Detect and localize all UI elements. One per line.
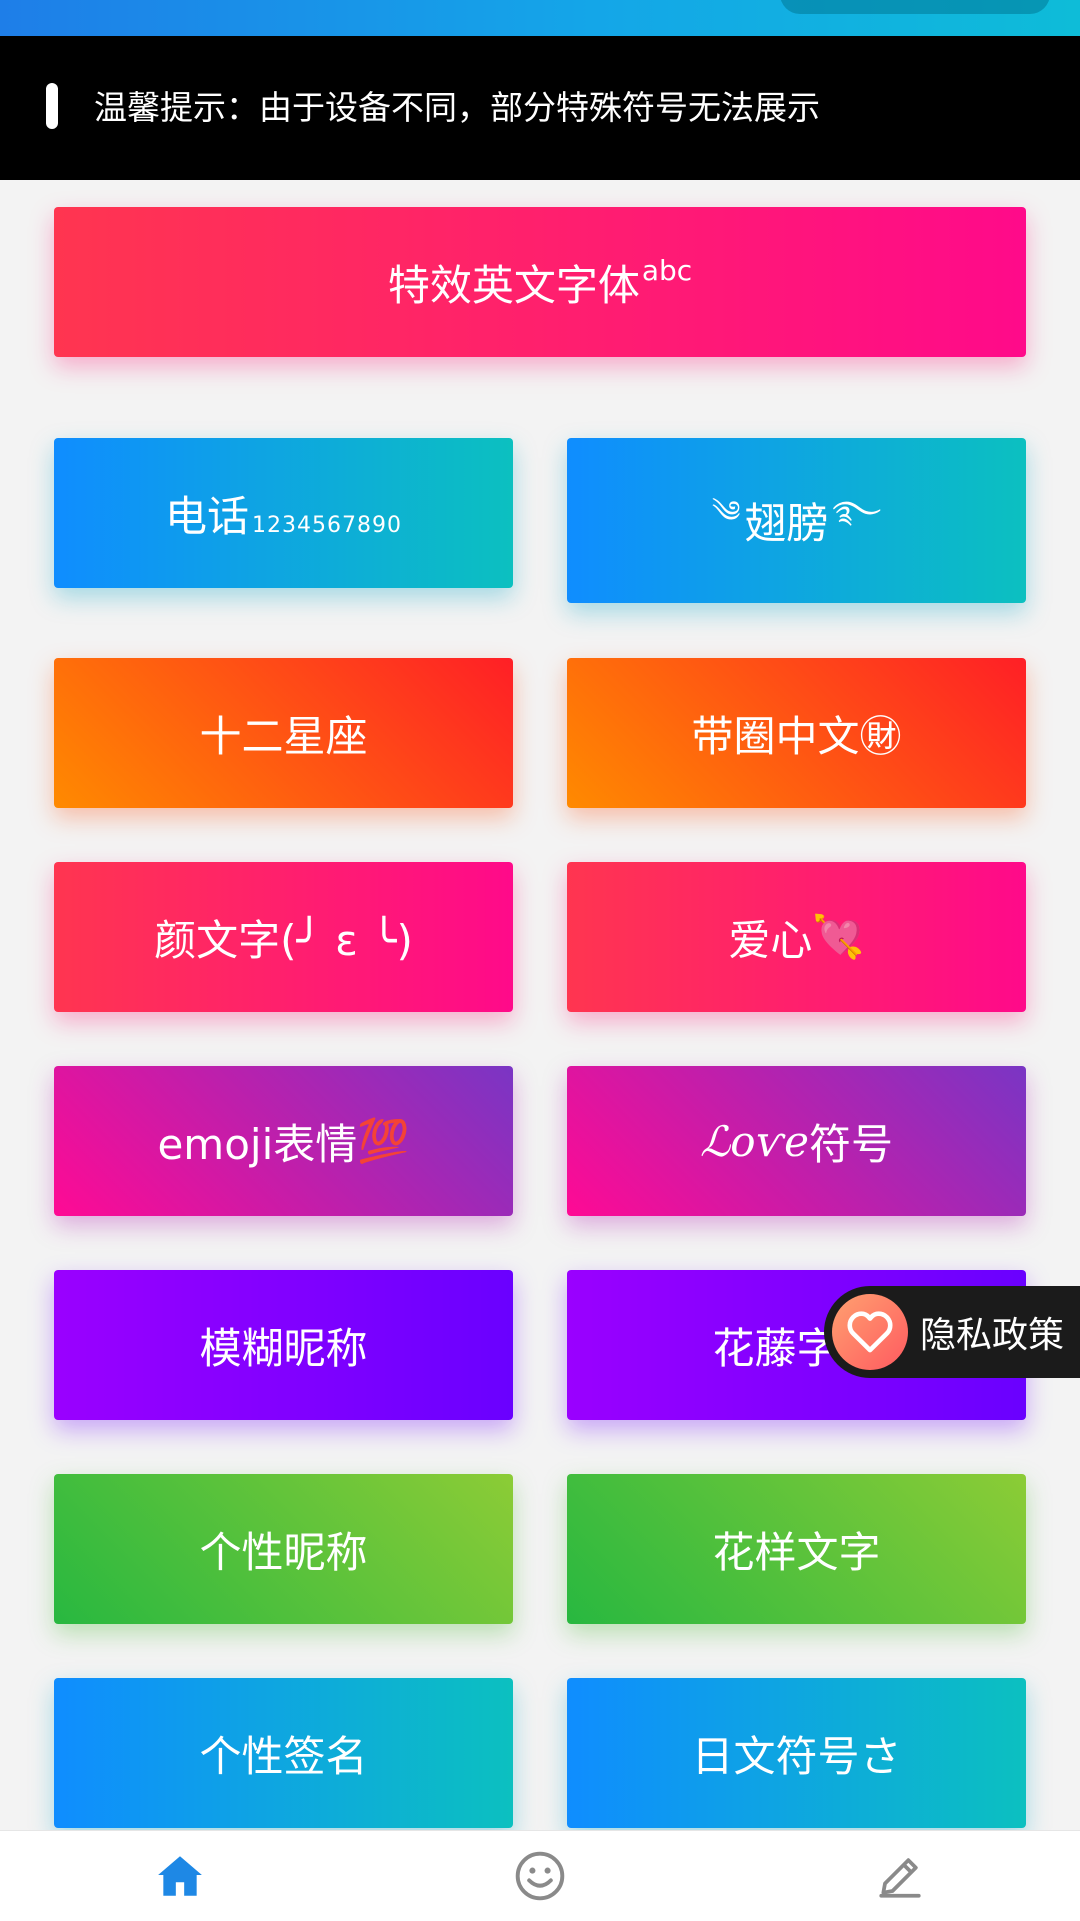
fancy-english-font-suffix: abc — [641, 253, 693, 287]
japanese-symbols-button[interactable]: 日文符号さ — [567, 1678, 1026, 1828]
fancy-english-font-label: 特效英文字体 — [387, 260, 640, 310]
circled-chinese-button[interactable]: 带圈中文㊖ — [567, 658, 1026, 808]
personal-nickname-button[interactable]: 个性昵称 — [54, 1474, 513, 1624]
notice-bar — [46, 83, 58, 129]
love-heart-button[interactable]: 爱心 💘 — [567, 862, 1026, 1012]
personal-signature-label: 个性签名 — [199, 1731, 368, 1781]
fancy-text-label: 花样文字 — [712, 1527, 881, 1577]
phone-number-sub: 1234567890 — [252, 512, 402, 538]
wings-label: 翅膀 — [744, 499, 829, 548]
notice-text: 温馨提示：由于设备不同，部分特殊符号无法展示 — [94, 88, 820, 127]
japanese-symbols-label: 日文符号さ — [691, 1731, 902, 1781]
smiley-icon — [515, 1851, 565, 1901]
home-icon — [158, 1856, 202, 1896]
circled-chinese-label: 带圈中文㊖ — [691, 711, 902, 761]
top-pill — [780, 0, 1050, 14]
wings-left-deco: ༄ — [711, 494, 741, 530]
blur-nickname-label: 模糊昵称 — [199, 1323, 368, 1373]
nav-home[interactable] — [140, 1841, 220, 1911]
phone-number-button[interactable]: 电话 1234567890 — [54, 438, 513, 588]
emoji-button[interactable]: emoji表情 💯 — [54, 1066, 513, 1216]
top-gradient-strip — [0, 0, 1080, 36]
zodiac-button[interactable]: 十二星座 — [54, 658, 513, 808]
emoji-label: emoji表情 — [157, 1119, 358, 1169]
love-symbols-script: ℒoѵe — [700, 1116, 809, 1166]
heart-icon — [847, 1311, 893, 1353]
wings-button[interactable]: ༄ 翅膀 ࿐ — [567, 438, 1026, 603]
fancy-text-button[interactable]: 花样文字 — [567, 1474, 1026, 1624]
wings-right-deco: ࿐ — [832, 494, 882, 530]
nav-edit[interactable] — [860, 1841, 940, 1911]
nav-emoji[interactable] — [500, 1841, 580, 1911]
love-heart-emoji: 💘 — [812, 912, 865, 961]
personal-signature-button[interactable]: 个性签名 — [54, 1678, 513, 1828]
blur-nickname-button[interactable]: 模糊昵称 — [54, 1270, 513, 1420]
bottom-navigation — [0, 1830, 1080, 1921]
kaomoji-button[interactable]: 颜文字(╯ ε ╰) — [54, 862, 513, 1012]
love-heart-label: 爱心 — [728, 915, 813, 965]
zodiac-label: 十二星座 — [199, 711, 368, 761]
love-symbols-label: 符号 — [808, 1119, 893, 1169]
heart-icon-badge — [832, 1294, 908, 1370]
phone-number-label: 电话 — [165, 491, 250, 541]
personal-nickname-label: 个性昵称 — [199, 1527, 368, 1577]
notice-banner: 温馨提示：由于设备不同，部分特殊符号无法展示 — [0, 36, 1080, 180]
privacy-policy-button[interactable]: 隐私政策 — [824, 1286, 1080, 1378]
emoji-hundred: 💯 — [357, 1116, 410, 1165]
privacy-policy-label: 隐私政策 — [920, 1315, 1065, 1356]
love-symbols-button[interactable]: ℒoѵe 符号 — [567, 1066, 1026, 1216]
pencil-icon — [879, 1858, 921, 1898]
fancy-english-font-button[interactable]: 特效英文字体 abc — [54, 207, 1026, 357]
kaomoji-label: 颜文字(╯ ε ╰) — [154, 915, 413, 965]
